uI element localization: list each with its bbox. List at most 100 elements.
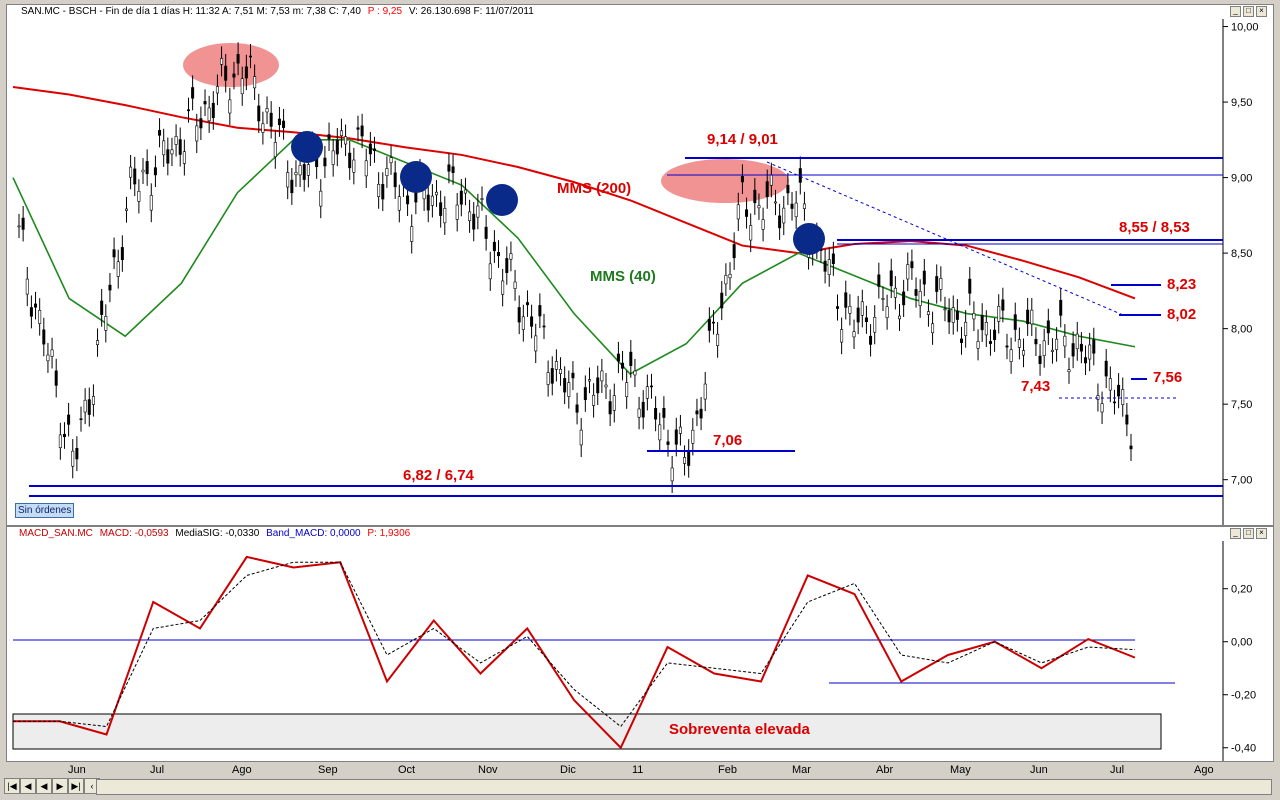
candle-body	[1063, 335, 1067, 347]
candle-body	[112, 249, 116, 258]
candle-body	[711, 321, 715, 324]
candle-body	[492, 241, 496, 252]
candle-body	[910, 261, 914, 269]
candle-body	[972, 313, 976, 320]
candle-body	[116, 261, 120, 277]
y-tick-label: 7,50	[1231, 399, 1252, 411]
last-icon[interactable]: ▶|	[68, 778, 84, 794]
candle-body	[1079, 343, 1083, 352]
candle-body	[1046, 320, 1050, 334]
candle-body	[960, 338, 964, 343]
candle-body	[389, 157, 393, 164]
candle-body	[592, 394, 596, 406]
candle-body	[476, 205, 480, 218]
candle-body	[914, 289, 918, 296]
x-tick-label: Jun	[1030, 764, 1048, 776]
candle-body	[889, 270, 893, 287]
candle-body	[393, 172, 397, 188]
candle-body	[137, 191, 141, 202]
candle-body	[207, 107, 211, 122]
candle-body	[716, 333, 720, 346]
candle-body	[571, 372, 575, 379]
x-tick-label: Mar	[792, 764, 811, 776]
candle-body	[666, 441, 670, 445]
candle-body	[604, 384, 608, 388]
candle-body	[546, 372, 550, 385]
candle-body	[509, 253, 513, 260]
candle-body	[71, 450, 75, 467]
candle-body	[211, 102, 215, 119]
candle-body	[364, 160, 368, 177]
label-oversold: Sobreventa elevada	[669, 721, 811, 738]
candle-body	[191, 87, 195, 99]
candle-body	[1121, 389, 1125, 405]
candle-body	[158, 129, 162, 136]
candle-body	[943, 308, 947, 311]
candle-body	[1092, 339, 1096, 354]
candle-body	[687, 450, 691, 466]
candle-body	[240, 78, 244, 95]
macd-panel: MACD_SAN.MC MACD: -0,0593 MediaSIG: -0,0…	[6, 526, 1274, 762]
candle-body	[1001, 299, 1005, 311]
candle-body	[220, 58, 224, 65]
candle-body	[563, 378, 567, 393]
horizontal-scrollbar[interactable]	[96, 779, 1272, 795]
orders-badge[interactable]: Sin órdenes	[15, 503, 75, 518]
prev-page-icon[interactable]: ◀	[20, 778, 36, 794]
candle-body	[410, 226, 414, 242]
candle-body	[831, 253, 835, 264]
candle-body	[534, 335, 538, 352]
candle-body	[426, 194, 430, 211]
y-tick-label: -0,40	[1231, 743, 1256, 755]
candle-body	[530, 316, 534, 327]
candle-body	[1088, 344, 1092, 360]
x-tick-label: Jul	[1110, 764, 1125, 776]
candle-body	[575, 404, 579, 413]
first-icon[interactable]: |◀	[4, 778, 20, 794]
x-tick-label: Ago	[232, 764, 252, 776]
next-icon[interactable]: ▶	[52, 778, 68, 794]
candle-body	[976, 341, 980, 349]
candle-body	[186, 109, 190, 112]
candle-body	[153, 167, 157, 176]
candle-body	[1050, 349, 1054, 352]
candle-body	[265, 108, 269, 113]
candle-body	[377, 183, 381, 197]
candle-body	[261, 123, 265, 133]
y-tick-label: 8,50	[1231, 248, 1252, 260]
candle-body	[513, 281, 517, 289]
candle-body	[54, 370, 58, 386]
candle-body	[124, 208, 128, 211]
candle-body	[120, 247, 124, 261]
y-tick-label: 8,00	[1231, 324, 1252, 336]
candle-body	[501, 280, 505, 295]
candle-body	[451, 166, 455, 173]
candle-body	[236, 54, 240, 64]
candle-body	[947, 310, 951, 323]
candle-body	[860, 301, 864, 316]
candle-body	[662, 407, 666, 418]
candle-body	[430, 195, 434, 206]
prev-icon[interactable]: ◀	[36, 778, 52, 794]
macd-y-axis: 0,20 0,00 -0,20 -0,40	[1223, 584, 1256, 755]
candle-body	[542, 325, 546, 328]
candle-body	[893, 287, 897, 298]
candle-body	[848, 305, 852, 314]
candle-body	[691, 429, 695, 444]
candle-body	[645, 386, 649, 399]
price-panel: SAN.MC - BSCH - Fin de día 1 días H: 11:…	[6, 4, 1274, 526]
candle-body	[625, 382, 629, 398]
label-855: 8,55 / 8,53	[1119, 219, 1190, 236]
candle-body	[248, 55, 252, 58]
y-tick-label: 10,00	[1231, 22, 1259, 34]
candle-body	[331, 150, 335, 165]
candle-body	[550, 368, 554, 384]
candle-body	[67, 414, 71, 425]
candle-body	[707, 319, 711, 331]
label-682: 6,82 / 6,74	[403, 467, 475, 484]
candle-body	[658, 424, 662, 441]
candle-body	[21, 217, 25, 230]
x-tick-label: 11	[632, 764, 644, 776]
candle-body	[29, 307, 33, 317]
price-y-axis: 10,00 9,50 9,00 8,50 8,00 7,50 7,00	[1223, 22, 1259, 487]
